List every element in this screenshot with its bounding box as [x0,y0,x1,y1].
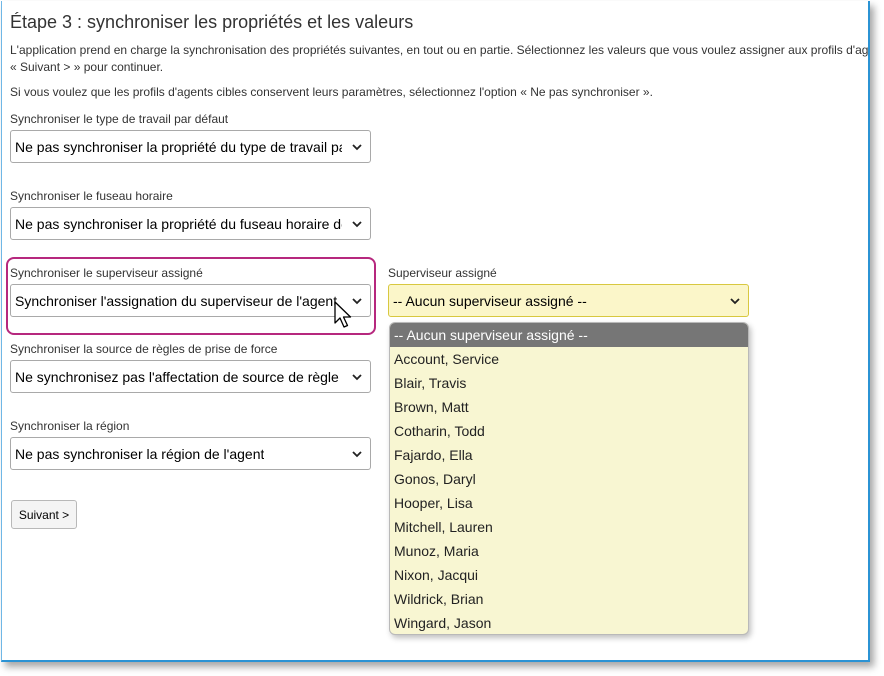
dropdown-option[interactable]: Munoz, Maria [390,539,748,563]
intro-text-line2: « Suivant > » pour continuer. [10,60,164,74]
assigned-supervisor-dropdown: -- Aucun superviseur assigné -- Account,… [389,322,749,635]
dropdown-option[interactable]: Account, Service [390,347,748,371]
dropdown-option[interactable]: Brown, Matt [390,395,748,419]
next-button[interactable]: Suivant > [11,500,77,529]
dropdown-option[interactable]: -- Aucun superviseur assigné -- [390,323,748,347]
dropdown-option[interactable]: Wingard, Jason [390,611,748,634]
dropdown-option[interactable]: Nixon, Jacqui [390,563,748,587]
worktype-select[interactable]: Ne pas synchroniser la propriété du type… [10,130,371,163]
page-title: Étape 3 : synchroniser les propriétés et… [10,12,414,32]
dropdown-option[interactable]: Hooper, Lisa [390,491,748,515]
chevron-down-icon [352,144,362,151]
region-select-value: Ne pas synchroniser la région de l'agent [15,445,265,462]
timezone-label: Synchroniser le fuseau horaire [10,189,173,203]
assigned-supervisor-label: Superviseur assigné [388,266,497,280]
dropdown-option[interactable]: Blair, Travis [390,371,748,395]
page-frame: Étape 3 : synchroniser les propriétés et… [1,1,870,662]
forcerule-label: Synchroniser la source de règles de pris… [10,342,278,356]
supervisor-sync-select-value: Synchroniser l'assignation du superviseu… [15,292,338,309]
dropdown-option[interactable]: Mitchell, Lauren [390,515,748,539]
dropdown-option[interactable]: Wildrick, Brian [390,587,748,611]
assigned-supervisor-select-value: -- Aucun superviseur assigné -- [393,292,587,309]
chevron-down-icon [352,451,362,458]
forcerule-select[interactable]: Ne synchronisez pas l'affectation de sou… [10,360,371,393]
chevron-down-icon [730,298,740,305]
dropdown-option[interactable]: Gonos, Daryl [390,467,748,491]
worktype-label: Synchroniser le type de travail par défa… [10,112,229,126]
chevron-down-icon [352,374,362,381]
assigned-supervisor-select[interactable]: -- Aucun superviseur assigné -- [388,284,749,317]
chevron-down-icon [352,221,362,228]
timezone-select[interactable]: Ne pas synchroniser la propriété du fuse… [10,207,371,240]
note-text: Si vous voulez que les profils d'agents … [10,85,653,99]
region-label: Synchroniser la région [10,419,130,433]
mouse-cursor-icon [334,301,352,328]
supervisor-sync-select[interactable]: Synchroniser l'assignation du superviseu… [10,284,371,317]
region-select[interactable]: Ne pas synchroniser la région de l'agent [10,437,371,470]
dropdown-option[interactable]: Cotharin, Todd [390,419,748,443]
forcerule-select-value: Ne synchronisez pas l'affectation de sou… [15,368,342,385]
dropdown-option[interactable]: Fajardo, Ella [390,443,748,467]
worktype-select-value: Ne pas synchroniser la propriété du type… [15,138,342,155]
supervisor-sync-label: Synchroniser le superviseur assigné [10,266,203,280]
intro-text-line1: L'application prend en charge la synchro… [10,43,870,57]
timezone-select-value: Ne pas synchroniser la propriété du fuse… [15,215,342,232]
